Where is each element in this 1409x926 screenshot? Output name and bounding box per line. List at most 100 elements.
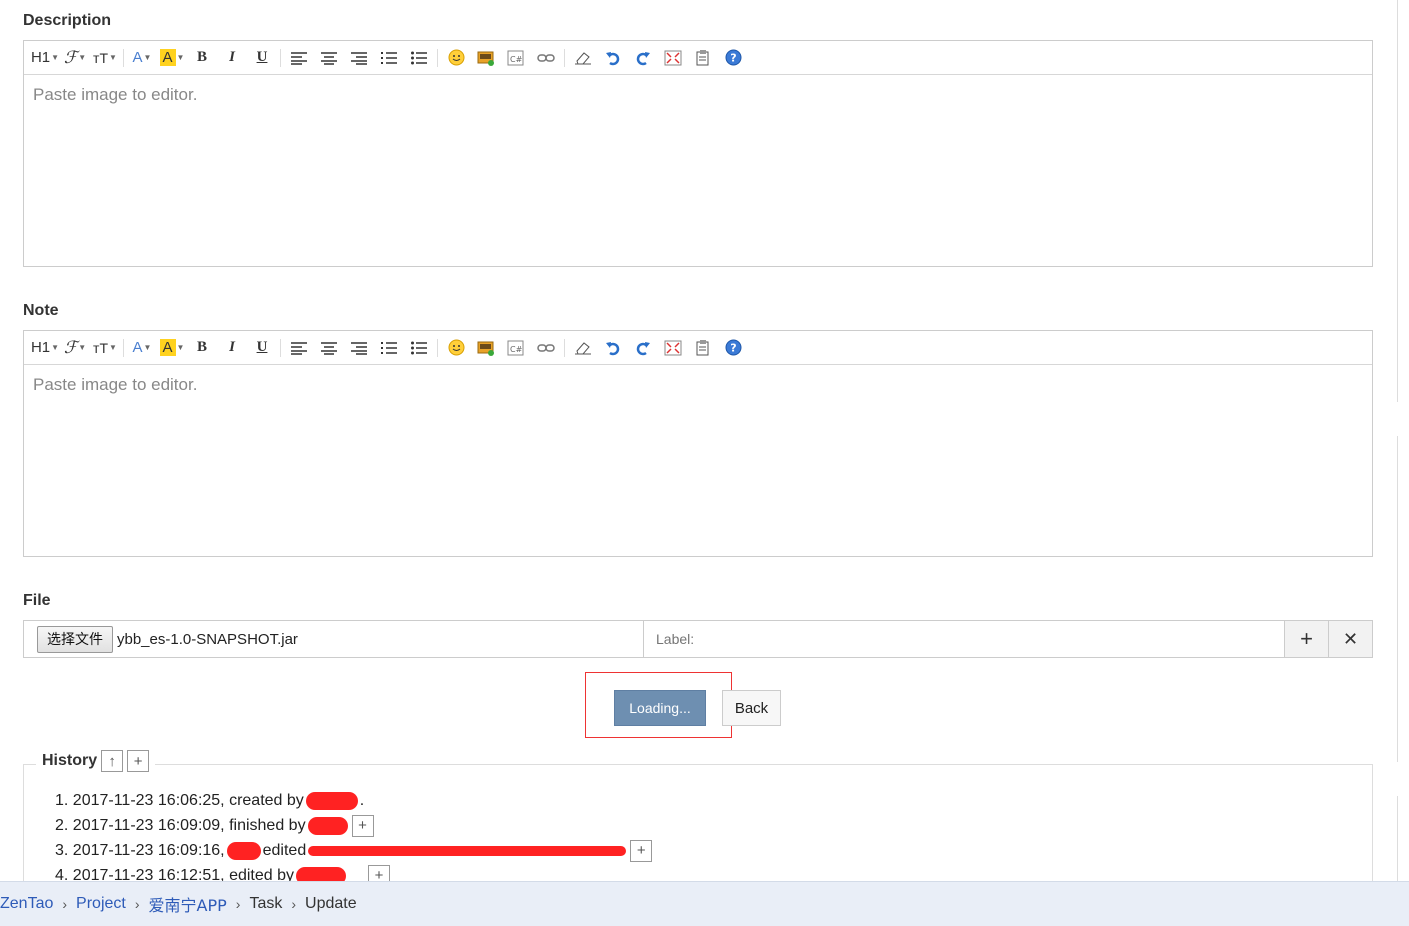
fullscreen-icon[interactable] — [658, 45, 688, 71]
file-picker: 选择文件 ybb_es-1.0-SNAPSHOT.jar — [24, 621, 644, 657]
redaction-mark — [307, 816, 348, 835]
code-icon[interactable]: C# — [501, 45, 531, 71]
link-icon[interactable] — [531, 335, 561, 361]
expand-history-icon[interactable]: + — [351, 814, 374, 837]
sidebar-edge — [1397, 0, 1398, 402]
history-list: 1. 2017-11-23 16:06:25, created by . 2. … — [55, 788, 653, 888]
undo-icon[interactable] — [598, 45, 628, 71]
breadcrumb-zentao[interactable]: ZenTao — [0, 895, 53, 913]
note-editor-area[interactable]: Paste image to editor. — [24, 365, 1372, 556]
remove-file-button[interactable]: ✕ — [1328, 621, 1372, 657]
heading-label: H1 — [30, 339, 51, 356]
heading-button[interactable]: H1 ▼ — [30, 45, 60, 71]
font-size-button[interactable]: тT ▼ — [90, 45, 120, 71]
choose-file-button[interactable]: 选择文件 — [37, 625, 113, 653]
font-size-label: тT — [93, 49, 109, 66]
align-right-icon[interactable] — [344, 335, 374, 361]
emoticon-icon[interactable] — [441, 45, 471, 71]
save-button[interactable]: Loading... — [614, 690, 706, 726]
image-icon[interactable] — [471, 45, 501, 71]
heading-button[interactable]: H1 ▼ — [30, 335, 60, 361]
history-item-number: 2. — [55, 817, 69, 834]
backcolor-button[interactable]: A ▼ — [157, 335, 187, 361]
forecolor-button[interactable]: A ▼ — [127, 335, 157, 361]
emoticon-icon[interactable] — [441, 335, 471, 361]
forecolor-label: A — [132, 339, 143, 356]
backcolor-button[interactable]: A ▼ — [157, 45, 187, 71]
toolbar-separator — [280, 338, 281, 357]
redaction-mark — [226, 841, 261, 860]
font-family-button[interactable]: ℱ ▼ — [60, 45, 90, 71]
bold-label: B — [196, 49, 207, 65]
redaction-mark — [305, 791, 358, 810]
align-right-icon[interactable] — [344, 45, 374, 71]
align-left-icon[interactable] — [284, 45, 314, 71]
history-item-suffix: . — [359, 792, 365, 809]
bold-button[interactable]: B — [187, 335, 217, 361]
reverse-order-icon[interactable]: ↑ — [101, 750, 124, 772]
image-icon[interactable] — [471, 335, 501, 361]
bold-button[interactable]: B — [187, 45, 217, 71]
italic-button[interactable]: I — [217, 335, 247, 361]
align-center-icon[interactable] — [314, 335, 344, 361]
history-item: 3. 2017-11-23 16:09:16, edited + — [55, 838, 653, 863]
note-editor[interactable]: H1 ▼ ℱ ▼ тT ▼ A ▼ A ▼ B I U C# ? Paste image … — [23, 330, 1373, 557]
svg-text:?: ? — [730, 342, 736, 355]
description-editor-area[interactable]: Paste image to editor. — [24, 75, 1372, 266]
link-icon[interactable] — [531, 45, 561, 71]
eraser-icon[interactable] — [568, 335, 598, 361]
breadcrumb-project-name[interactable]: 爱南宁APP — [149, 892, 227, 916]
font-family-button[interactable]: ℱ ▼ — [60, 335, 90, 361]
unordered-list-icon[interactable] — [404, 45, 434, 71]
font-family-label: ℱ — [63, 337, 78, 357]
description-label: Description — [23, 12, 112, 29]
toolbar-separator — [123, 48, 124, 67]
back-button[interactable]: Back — [722, 690, 781, 726]
paste-icon[interactable] — [688, 335, 718, 361]
bold-label: B — [196, 339, 207, 355]
redo-icon[interactable] — [628, 45, 658, 71]
font-size-button[interactable]: тT ▼ — [90, 335, 120, 361]
redo-icon[interactable] — [628, 335, 658, 361]
italic-button[interactable]: I — [217, 45, 247, 71]
ordered-list-icon[interactable] — [374, 45, 404, 71]
help-icon[interactable]: ? — [718, 45, 748, 71]
chevron-right-icon: › — [235, 896, 241, 912]
forecolor-button[interactable]: A ▼ — [127, 45, 157, 71]
note-toolbar: H1 ▼ ℱ ▼ тT ▼ A ▼ A ▼ B I U C# ? — [24, 331, 1372, 365]
history-item-number: 1. — [55, 792, 69, 809]
align-left-icon[interactable] — [284, 335, 314, 361]
add-file-button[interactable]: + — [1284, 621, 1328, 657]
underline-button[interactable]: U — [247, 45, 277, 71]
ordered-list-icon[interactable] — [374, 335, 404, 361]
unordered-list-icon[interactable] — [404, 335, 434, 361]
align-center-icon[interactable] — [314, 45, 344, 71]
undo-icon[interactable] — [598, 335, 628, 361]
toolbar-separator — [437, 338, 438, 357]
sidebar-edge — [1397, 796, 1398, 886]
expand-history-icon[interactable]: + — [630, 839, 653, 862]
selected-file-name: ybb_es-1.0-SNAPSHOT.jar — [117, 630, 298, 648]
chevron-right-icon: › — [62, 896, 68, 912]
underline-button[interactable]: U — [247, 335, 277, 361]
code-icon[interactable]: C# — [501, 335, 531, 361]
history-item-text: 2017-11-23 16:06:25, created by — [72, 792, 304, 809]
backcolor-label: A — [159, 339, 176, 356]
history-item-text: 2017-11-23 16:09:16, — [72, 842, 225, 859]
paste-icon[interactable] — [688, 45, 718, 71]
underline-label: U — [256, 339, 268, 355]
italic-label: I — [229, 339, 235, 355]
svg-text:?: ? — [730, 52, 736, 65]
breadcrumb-project[interactable]: Project — [76, 895, 126, 913]
toolbar-separator — [437, 48, 438, 67]
help-icon[interactable]: ? — [718, 335, 748, 361]
expand-all-icon[interactable]: + — [127, 750, 150, 772]
file-row: 选择文件 ybb_es-1.0-SNAPSHOT.jar + ✕ — [23, 620, 1373, 658]
history-item-number: 3. — [55, 842, 69, 859]
fullscreen-icon[interactable] — [658, 335, 688, 361]
description-editor[interactable]: H1 ▼ ℱ ▼ тT ▼ A ▼ A ▼ B I U C# ? Paste image … — [23, 40, 1373, 267]
toolbar-separator — [123, 338, 124, 357]
eraser-icon[interactable] — [568, 45, 598, 71]
italic-label: I — [229, 49, 235, 65]
file-label-input[interactable] — [644, 621, 1284, 657]
